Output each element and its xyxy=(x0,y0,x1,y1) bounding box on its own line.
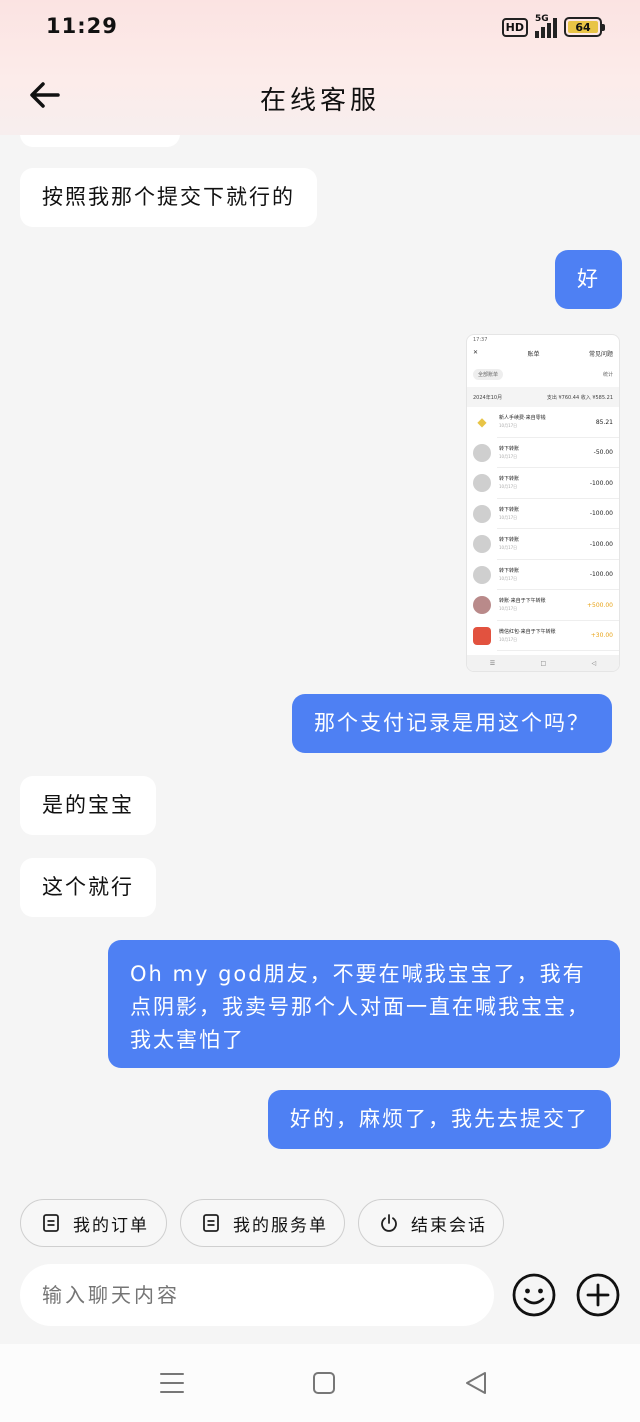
image-message[interactable]: 17:37 ✕ 账单 常见问题 全部账单 统计 2024年10月 支出 ¥760… xyxy=(466,334,620,672)
avatar xyxy=(473,596,491,615)
message-bubble-left: 按照我那个提交下就行的 xyxy=(20,168,317,227)
message-bubble-right: Oh my god朋友，不要在喊我宝宝了，我有点阴影，我卖号那个人对面一直在喊我… xyxy=(108,940,620,1068)
message-bubble-left: 是的宝宝 xyxy=(20,776,156,835)
message-bubble-partial xyxy=(20,135,180,147)
document-icon xyxy=(203,1214,219,1232)
chat-area[interactable]: 按照我那个提交下就行的 好 17:37 ✕ 账单 常见问题 全部账单 统计 20… xyxy=(0,135,640,1185)
page-title: 在线客服 xyxy=(259,86,380,116)
system-navbar xyxy=(0,1344,640,1422)
avatar xyxy=(473,504,491,523)
shot-navbar: ☰ □ ◁ xyxy=(467,655,619,671)
quick-action-label: 结束会话 xyxy=(411,1215,487,1236)
shot-status: 17:37 xyxy=(473,337,488,343)
hd-icon: HD xyxy=(501,17,528,37)
red-packet-icon xyxy=(473,626,491,645)
message-bubble-left: 这个就行 xyxy=(20,858,156,917)
shot-title: 账单 xyxy=(527,351,540,358)
battery-icon: 64 xyxy=(564,17,605,37)
list-item: ◆ 新人手续费·来自零钱 10月17日 85.21 xyxy=(467,407,619,438)
home-icon: □ xyxy=(540,659,547,667)
list-item: 转下转账 10月17日 -100.00 xyxy=(467,499,619,530)
menu-icon: ☰ xyxy=(489,659,496,667)
message-bubble-right: 那个支付记录是用这个吗？ xyxy=(292,694,612,753)
signal-icon: 5G xyxy=(535,14,557,38)
quick-action-label: 我的服务单 xyxy=(233,1215,328,1236)
header: 11:29 HD 5G 64 在线客服 xyxy=(0,0,640,135)
back-triangle-icon[interactable] xyxy=(461,1368,491,1398)
diamond-icon: ◆ xyxy=(473,413,491,432)
shot-rows: ◆ 新人手续费·来自零钱 10月17日 85.21 转下转账 10月17日 -50.… xyxy=(467,407,619,651)
avatar xyxy=(473,443,491,462)
list-item: 转下转账 10月17日 -50.00 xyxy=(467,438,619,469)
avatar xyxy=(473,535,491,554)
avatar xyxy=(473,474,491,493)
document-icon xyxy=(43,1214,59,1232)
end-session-button[interactable]: 结束会话 xyxy=(358,1199,504,1247)
close-icon: ✕ xyxy=(473,349,479,356)
menu-icon[interactable] xyxy=(157,1368,187,1398)
plus-icon[interactable] xyxy=(575,1272,621,1318)
list-item: 转下转账 10月17日 -100.00 xyxy=(467,468,619,499)
my-orders-button[interactable]: 我的订单 xyxy=(20,1199,167,1247)
shot-month: 2024年10月 支出 ¥760.44 收入 ¥585.21 xyxy=(467,387,619,407)
home-icon[interactable] xyxy=(309,1368,339,1398)
message-bubble-right: 好的，麻烦了，我先去提交了 xyxy=(268,1090,611,1149)
quick-action-label: 我的订单 xyxy=(73,1215,149,1236)
my-service-orders-button[interactable]: 我的服务单 xyxy=(180,1199,345,1247)
shot-nav: ✕ 账单 常见问题 xyxy=(467,347,619,361)
power-icon xyxy=(381,1214,397,1232)
status-icons: HD 5G 64 xyxy=(501,14,605,38)
message-bubble-right: 好 xyxy=(555,250,622,309)
status-time: 11:29 xyxy=(46,14,118,38)
back-icon: ◁ xyxy=(591,659,597,667)
avatar xyxy=(473,565,491,584)
emoji-icon[interactable] xyxy=(511,1272,557,1318)
list-item: 转下转账 10月17日 -100.00 xyxy=(467,560,619,591)
shot-help: 常见问题 xyxy=(588,351,613,358)
shot-filter: 全部账单 统计 xyxy=(473,367,613,381)
battery-level: 64 xyxy=(568,21,598,34)
list-item: 转账·来自于下午转账 10月17日 +500.00 xyxy=(467,590,619,621)
list-item: 转下转账 10月17日 -100.00 xyxy=(467,529,619,560)
chat-input[interactable] xyxy=(20,1264,494,1326)
list-item: 微信红包·来自于下午转账 10月17日 +30.00 xyxy=(467,621,619,652)
